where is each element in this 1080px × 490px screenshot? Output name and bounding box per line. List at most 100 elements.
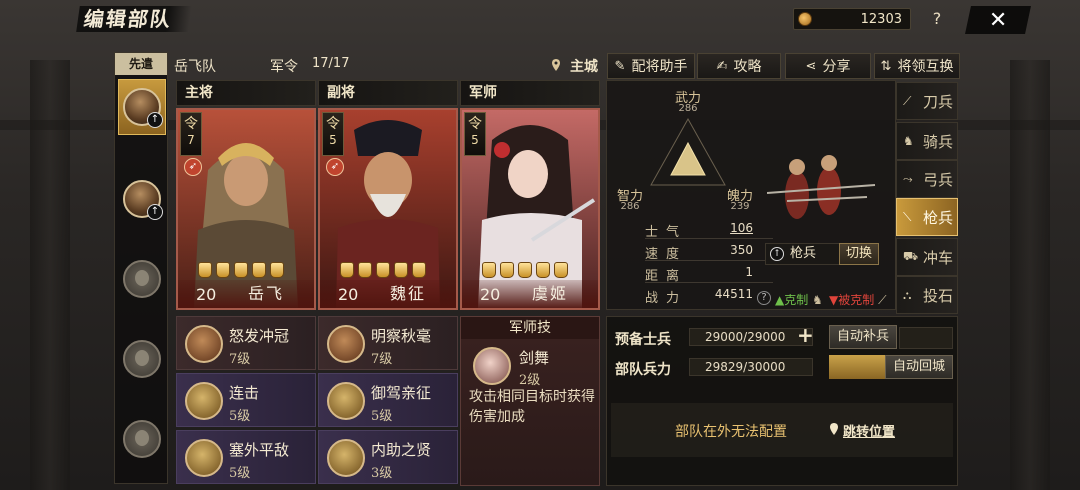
auto-fill-toggle[interactable] — [899, 327, 953, 349]
team-slot-1[interactable]: ↑ — [118, 79, 166, 135]
general-card-strategist[interactable]: 令5 20 虞姬 — [460, 108, 600, 310]
team-slot-5[interactable] — [118, 411, 166, 467]
switch-troop-button[interactable]: 切换 — [839, 243, 879, 265]
skill-icon — [185, 439, 223, 477]
coin-icon — [798, 12, 812, 26]
auto-return-button[interactable]: 自动回城 — [885, 355, 953, 379]
guide-button[interactable]: ✍ 攻略 — [697, 53, 781, 79]
team-info-row: 岳飞队 军令 17/17 主城 — [174, 56, 600, 76]
skill-level: 7级 — [371, 352, 393, 367]
avatar: ↑ — [123, 180, 163, 220]
skill-level: 3级 — [371, 466, 393, 481]
cost-badge: 令7 — [180, 112, 202, 156]
skill-icon — [327, 439, 365, 477]
catapult-icon: ⛬ — [903, 287, 912, 302]
swap-button[interactable]: ⇅ 将领互换 — [874, 53, 960, 79]
troop-type-blade[interactable]: ⟋ 刀兵 — [896, 82, 958, 120]
empty-slot-icon — [123, 260, 161, 298]
skill-level: 2级 — [519, 373, 541, 388]
share-button[interactable]: ⋖ 分享 — [785, 53, 871, 79]
skill-slot[interactable]: 御驾亲征 5级 — [318, 373, 458, 427]
skill-slot[interactable]: 怒发冲冠 7级 — [176, 316, 316, 370]
troop-type-catapult[interactable]: ⛬ 投石 — [896, 276, 958, 314]
troop-type-archer[interactable]: ⤳ 弓兵 — [896, 160, 958, 198]
skill-slot[interactable]: 内助之贤 3级 — [318, 430, 458, 484]
helper-button[interactable]: ✎ 配将助手 — [607, 53, 695, 79]
skill-level: 5级 — [371, 409, 393, 424]
team-slot-4[interactable] — [118, 331, 166, 387]
role-header-main: 主将 — [176, 80, 316, 106]
empty-slot-icon — [123, 340, 161, 378]
role-header-deputy: 副将 — [318, 80, 458, 106]
spearmen-illustration — [767, 155, 876, 219]
team-name: 岳飞队 — [174, 59, 216, 75]
general-level: 20 — [196, 285, 217, 304]
skill-slot[interactable]: 塞外平敌 5级 — [176, 430, 316, 484]
city-label[interactable]: 主城 — [570, 56, 598, 76]
skill-name: 御驾亲征 — [371, 384, 432, 402]
skill-name: 明察秋毫 — [371, 327, 432, 345]
general-level: 20 — [338, 285, 359, 304]
troop-type-spear[interactable]: ⟍ 枪兵 — [896, 198, 958, 236]
stat-value: 239 — [730, 201, 750, 212]
skill-icon — [185, 382, 223, 420]
stats-panel: 武力 286 智力 286 魄力 239 士气 106 速度 350 距离 1 战力 4… — [606, 80, 896, 310]
auto-fill-button[interactable]: 自动补兵 — [829, 325, 897, 349]
troop-type-ram[interactable]: ⛟ 冲车 — [896, 238, 958, 276]
location-pin-icon — [830, 423, 838, 435]
role-header-strategist: 军师 — [460, 80, 600, 106]
share-icon: ⋖ — [805, 58, 817, 74]
star-row — [482, 262, 568, 278]
countered-info[interactable]: ▼被克制 ⟋ — [829, 291, 886, 308]
bow-icon: ⤳ — [903, 171, 913, 186]
troop-type-cavalry[interactable]: ♞ 骑兵 — [896, 122, 958, 160]
ram-icon: ⛟ — [903, 249, 919, 263]
close-button[interactable]: ✕ — [965, 6, 1031, 34]
skill-slot[interactable]: 明察秋毫 7级 — [318, 316, 458, 370]
skill-name: 剑舞 — [519, 349, 550, 367]
skill-level: 7级 — [229, 352, 251, 367]
notice-text: 部队在外无法配置 — [675, 424, 787, 440]
jump-location-link[interactable]: 跳转位置 — [843, 421, 895, 440]
skill-name: 连击 — [229, 384, 260, 402]
add-soldier-button[interactable]: + — [797, 323, 814, 347]
general-card-main[interactable]: 令7 ➶ 20 岳飞 — [176, 108, 316, 310]
stat-row: 士气 106 — [645, 221, 773, 240]
spear-badge-icon: ↑ — [147, 204, 163, 220]
swap-icon: ⇅ — [880, 58, 892, 74]
stat-row: 距离 1 — [645, 265, 773, 284]
strategist-skill-panel[interactable]: 军师技 剑舞 2级 攻击相同目标时获得伤害加成 — [460, 316, 600, 486]
command-label: 军令 — [270, 59, 298, 75]
stat-row: 速度 350 — [645, 243, 773, 262]
skill-icon — [185, 325, 223, 363]
skill-icon — [473, 347, 511, 385]
general-name: 虞姬 — [531, 284, 568, 303]
vanguard-tab[interactable]: 先遣 — [115, 53, 167, 75]
general-name: 岳飞 — [247, 284, 284, 303]
general-card-deputy[interactable]: 令5 ➶ 20 魏征 — [318, 108, 458, 310]
counter-info[interactable]: ▲克制 ♞ — [775, 291, 823, 308]
help-icon[interactable]: ? — [926, 8, 948, 30]
stat-row: 战力 44511 — [645, 287, 753, 306]
star-row — [340, 262, 426, 278]
strength-value: 29829/30000 — [705, 360, 786, 374]
skill-slot[interactable]: 连击 5级 — [176, 373, 316, 427]
reserve-label: 预备士兵 — [615, 332, 671, 348]
attribute-triangle — [650, 117, 726, 186]
troop-type-label: ↑ 枪兵 — [765, 243, 841, 265]
skill-level: 5级 — [229, 409, 251, 424]
troop-badge-icon: ➶ — [184, 158, 202, 176]
stat-value: 286 — [678, 103, 698, 114]
blade-icon: ⟋ — [903, 93, 912, 108]
skill-name: 怒发冲冠 — [229, 327, 290, 345]
empty-slot-icon — [123, 420, 161, 458]
question-icon[interactable]: ? — [757, 291, 771, 305]
skill-level: 5级 — [229, 466, 251, 481]
currency-value: 12303 — [860, 11, 902, 27]
team-slot-2[interactable]: ↑ — [118, 171, 166, 227]
currency-display[interactable]: 12303 — [793, 8, 911, 30]
auto-return-toggle[interactable] — [829, 355, 885, 379]
team-slot-3[interactable] — [118, 251, 166, 307]
cost-badge: 令5 — [322, 112, 344, 156]
spear-icon: ⟍ — [903, 209, 912, 224]
